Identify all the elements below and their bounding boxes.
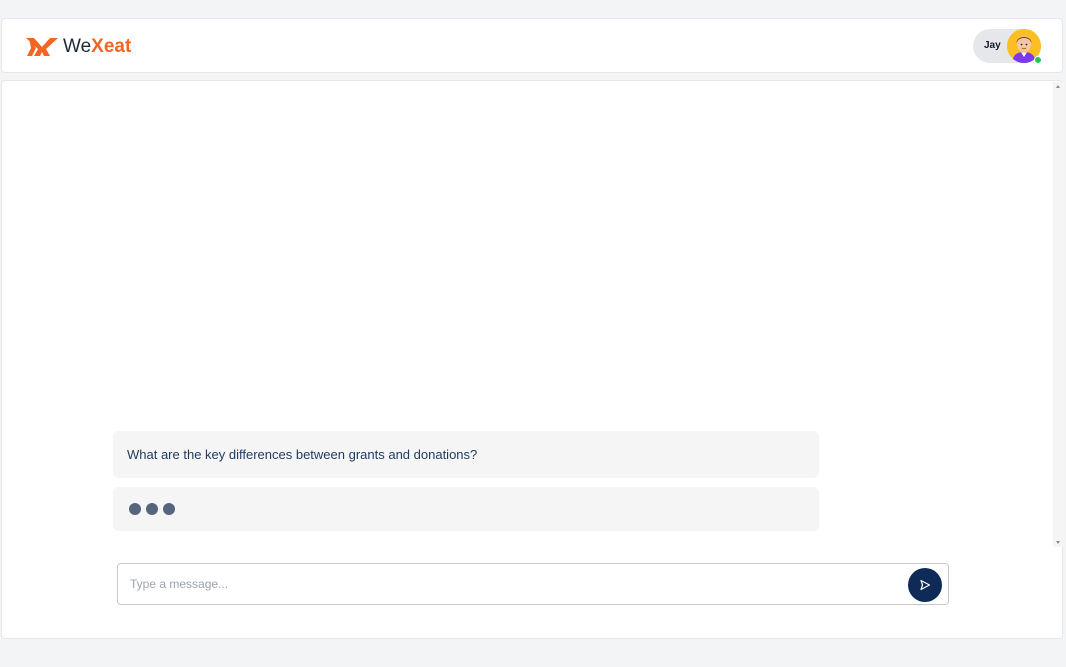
online-status-dot	[1034, 56, 1042, 64]
wexeat-logo[interactable]: WeXeat	[25, 36, 131, 58]
message-input[interactable]	[130, 564, 900, 604]
scroll-down-icon[interactable]	[1056, 541, 1060, 544]
send-icon	[920, 579, 931, 591]
chat-panel: What are the key differences between gra…	[1, 80, 1063, 639]
app-header: WeXeat Jay	[1, 18, 1063, 73]
typing-dot	[163, 503, 175, 515]
message-composer	[117, 563, 949, 605]
scroll-up-icon[interactable]	[1056, 85, 1060, 88]
user-name: Jay	[984, 40, 1001, 51]
typing-indicator	[113, 487, 819, 531]
typing-dot	[129, 503, 141, 515]
send-button[interactable]	[908, 568, 942, 602]
chat-scrollbar[interactable]	[1053, 82, 1063, 547]
logo-text-prefix: We	[63, 36, 92, 57]
user-message: What are the key differences between gra…	[113, 431, 819, 478]
wexeat-logo-icon	[26, 38, 58, 56]
logo-text-accent: Xeat	[91, 36, 132, 57]
user-menu-button[interactable]: Jay	[973, 29, 1042, 64]
typing-dot	[146, 503, 158, 515]
